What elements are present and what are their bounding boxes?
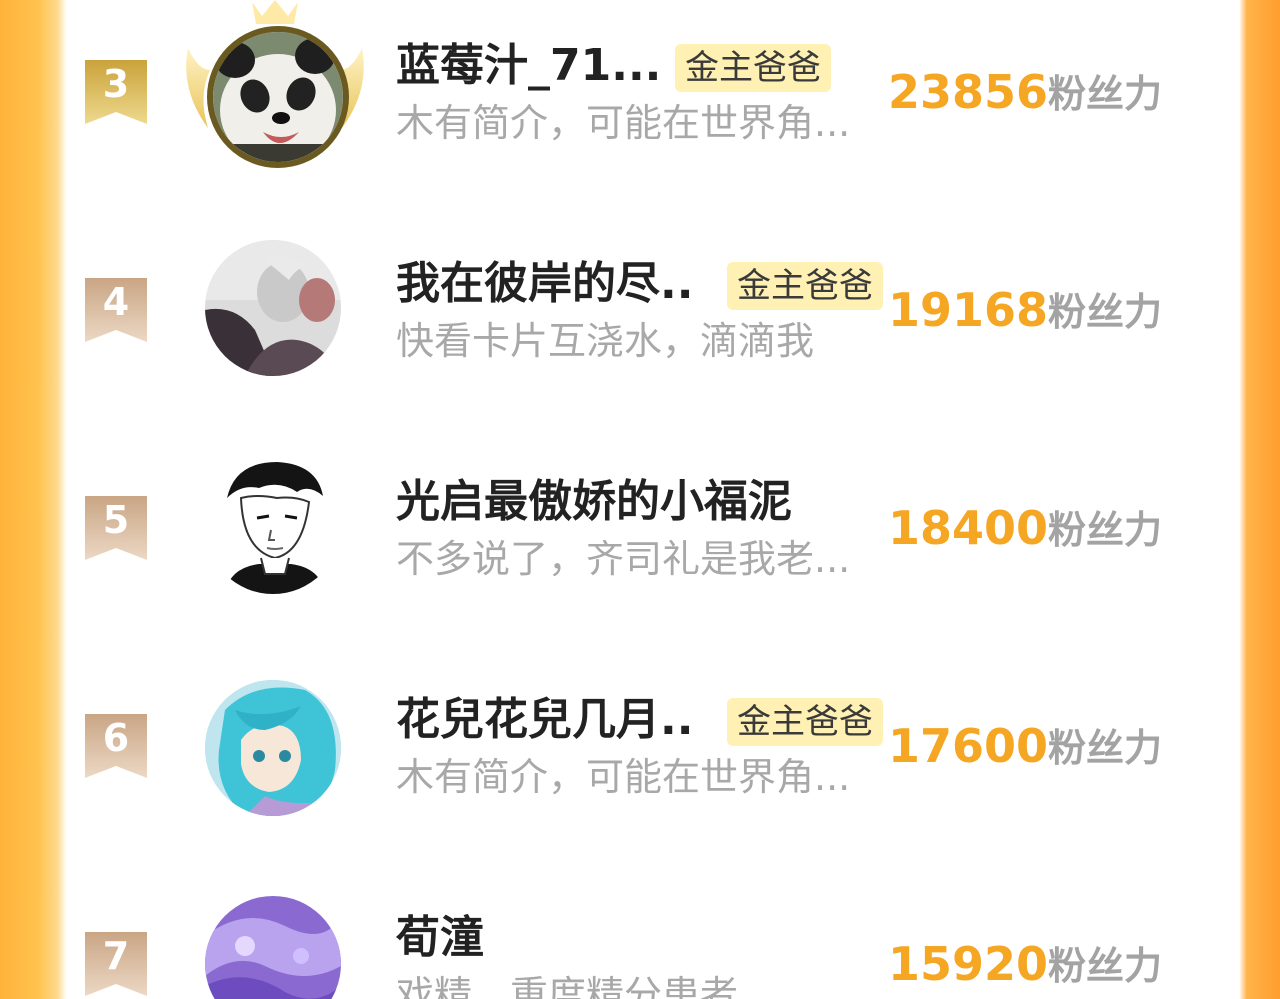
user-bio: 快看卡片互浇水，滴滴我 <box>396 319 815 363</box>
user-avatar[interactable] <box>205 680 341 816</box>
user-bio: 不多说了，齐司礼是我老... <box>396 537 851 581</box>
user-avatar[interactable] <box>207 26 349 168</box>
user-avatar[interactable] <box>205 458 341 594</box>
vip-tag: 金主爸爸 <box>727 262 883 310</box>
rank-badge-gold: 3 <box>85 60 147 124</box>
rank-number: 5 <box>102 498 130 542</box>
rank-badge-tan: 4 <box>85 278 147 342</box>
fan-power-label: 粉丝力 <box>1048 944 1163 988</box>
fan-power-score: 15920 <box>888 937 1049 991</box>
rank-badge-tan: 6 <box>85 714 147 778</box>
rank-badge-tan: 5 <box>85 496 147 560</box>
fan-power-label: 粉丝力 <box>1048 726 1163 770</box>
user-bio: 戏精，重度精分患者 <box>396 973 739 999</box>
ranking-row[interactable]: 7 荀潼 戏精，重度精分患者 15920 粉丝力 <box>0 872 1280 999</box>
vip-tag: 金主爸爸 <box>727 698 883 746</box>
user-avatar[interactable] <box>205 896 341 999</box>
user-name[interactable]: 花兒花兒几月.. <box>396 692 693 748</box>
rank-number: 6 <box>102 716 130 760</box>
user-name[interactable]: 我在彼岸的尽.. <box>396 256 693 312</box>
user-name[interactable]: 蓝莓汁_71... <box>396 38 661 94</box>
vip-tag: 金主爸爸 <box>675 44 831 92</box>
user-avatar[interactable] <box>205 240 341 376</box>
fan-power-label: 粉丝力 <box>1048 290 1163 334</box>
fan-ranking-list: 3 蓝莓汁_71... 金主爸爸 木有简介，可能在世界角... 23856 粉丝… <box>0 0 1280 999</box>
fan-power-label: 粉丝力 <box>1048 72 1163 116</box>
ranking-row[interactable]: 5 光启最傲娇的小福泥 不多说了，齐司礼是我老... 18400 粉丝力 <box>0 436 1280 654</box>
user-name[interactable]: 荀潼 <box>396 910 484 966</box>
rank-number: 3 <box>102 62 130 106</box>
rank-number: 7 <box>102 934 130 978</box>
fan-power-score: 17600 <box>888 719 1049 773</box>
ranking-row[interactable]: 6 花兒花兒几月.. 金主爸爸 木有简介，可能在世界角... 17600 粉丝力 <box>0 654 1280 872</box>
ranking-row[interactable]: 4 我在彼岸的尽.. 金主爸爸 快看卡片互浇水，滴滴我 19168 粉丝力 <box>0 218 1280 436</box>
fan-power-score: 19168 <box>888 283 1049 337</box>
user-bio: 木有简介，可能在世界角... <box>396 755 851 799</box>
user-name[interactable]: 光启最傲娇的小福泥 <box>396 474 792 530</box>
rank-number: 4 <box>102 280 130 324</box>
user-bio: 木有简介，可能在世界角... <box>396 101 851 145</box>
fan-power-label: 粉丝力 <box>1048 508 1163 552</box>
rank-badge-tan: 7 <box>85 932 147 996</box>
fan-power-score: 23856 <box>888 65 1049 119</box>
fan-power-score: 18400 <box>888 501 1049 555</box>
ranking-row[interactable]: 3 蓝莓汁_71... 金主爸爸 木有简介，可能在世界角... 23856 粉丝… <box>0 0 1280 218</box>
